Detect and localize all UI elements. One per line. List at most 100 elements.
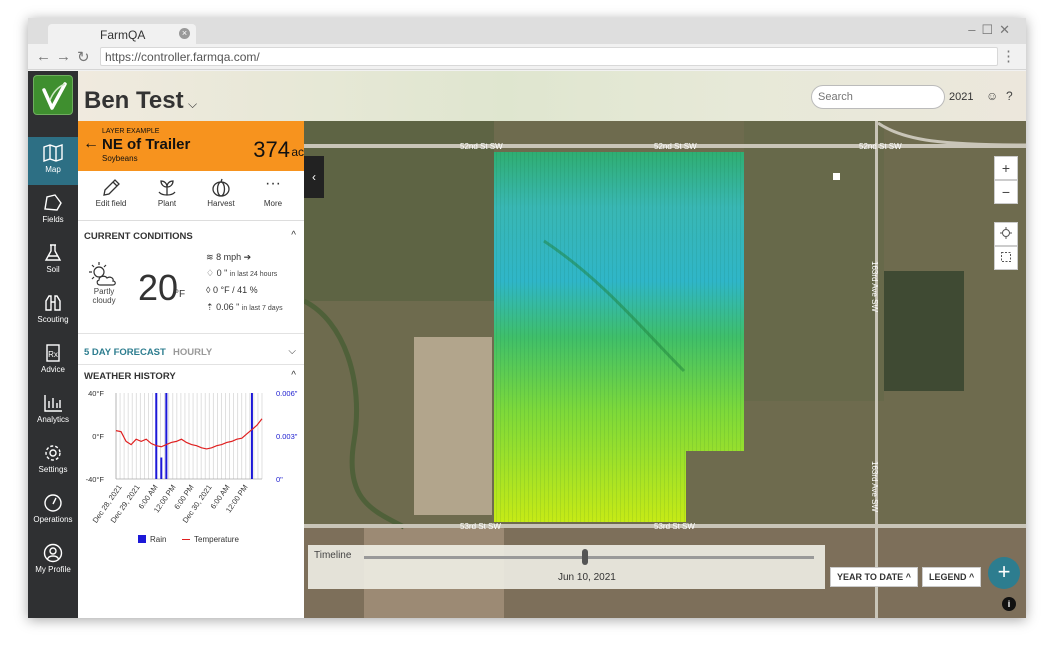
y-tick-label: 40°F <box>88 389 104 398</box>
help-icon[interactable]: ? <box>1006 89 1013 103</box>
pencil-icon <box>103 179 120 196</box>
chevron-up-icon: ^ <box>905 572 911 582</box>
field-acres: 374 <box>253 137 290 162</box>
year-to-date-button[interactable]: YEAR TO DATE ^ <box>830 567 918 587</box>
reload-icon[interactable]: ↻ <box>77 48 90 66</box>
tab-hourly[interactable]: HOURLY <box>173 347 212 358</box>
sidebar-item-advice[interactable]: Rx Advice <box>28 337 78 385</box>
timeline-track[interactable] <box>364 556 814 559</box>
chevron-down-icon[interactable]: ⌵ <box>188 97 197 112</box>
map-icon <box>43 144 63 162</box>
maximize-icon[interactable]: ☐ <box>981 22 999 37</box>
road-label: 163rd Ave SW <box>870 461 879 512</box>
wind-speed: 8 mph <box>216 252 242 262</box>
browser-menu-icon[interactable]: ⋮ <box>1001 47 1016 65</box>
sprout-icon <box>158 180 176 196</box>
collapse-panel-button[interactable]: ‹ <box>304 156 324 198</box>
edit-field-button[interactable]: Edit field <box>86 177 136 208</box>
sidebar-label: Advice <box>40 365 65 374</box>
divider <box>78 333 304 334</box>
fields-icon <box>44 194 62 211</box>
main-area: Ben Test ⌵ 2021 ☺ ? <box>78 71 1026 618</box>
sidebar-item-scouting[interactable]: Scouting <box>28 287 78 335</box>
sidebar-item-map[interactable]: Map <box>28 137 78 185</box>
tab-close-icon[interactable]: × <box>179 28 190 39</box>
rain-bar <box>165 393 168 479</box>
account-title[interactable]: Ben Test <box>84 87 184 115</box>
zoom-in-button[interactable]: + <box>994 156 1018 180</box>
locate-button[interactable] <box>994 222 1018 246</box>
legend-label: Temperature <box>194 535 239 544</box>
satellite-map[interactable]: 52nd St SW 52nd St SW 52nd St SW 53rd St… <box>304 121 1026 618</box>
weather-history-chart: 40°F0°F-40°F0.006"0.003"0"Dec 28, 2021De… <box>86 389 298 525</box>
sidebar-item-settings[interactable]: Settings <box>28 437 78 485</box>
minimize-icon[interactable]: – <box>968 22 981 37</box>
timeline: Timeline Jun 10, 2021 <box>308 545 825 589</box>
legend-temperature: Temperature <box>182 535 239 544</box>
harvest-button[interactable]: Harvest <box>196 177 246 208</box>
sidebar-label: My Profile <box>35 565 71 574</box>
flask-icon <box>44 244 62 261</box>
evapotranspiration-icon: ⇡ <box>206 302 214 312</box>
sidebar-item-analytics[interactable]: Analytics <box>28 387 78 435</box>
add-button[interactable]: + <box>988 557 1020 589</box>
dewpoint-humidity: 0 °F / 41 % <box>212 285 258 295</box>
select-area-button[interactable] <box>994 246 1018 270</box>
field-crop: Soybeans <box>102 154 138 163</box>
rain-icon: ♢ <box>206 268 215 278</box>
dewpoint-icon: ◊ <box>206 285 211 295</box>
sidebar-item-my-profile[interactable]: My Profile <box>28 537 78 585</box>
action-label: Harvest <box>207 199 235 208</box>
et-amount: 0.06 " <box>216 302 240 312</box>
action-label: Edit field <box>95 199 127 208</box>
legend-rain: Rain <box>138 535 166 544</box>
tab-5-day-forecast[interactable]: 5 DAY FORECAST <box>84 347 166 358</box>
bar-chart-icon <box>44 395 62 412</box>
url-field[interactable]: https://controller.farmqa.com/ <box>100 47 998 66</box>
legend-button[interactable]: LEGEND ^ <box>922 567 982 587</box>
legend-label: Rain <box>150 535 167 544</box>
map-controls: + − <box>994 156 1018 270</box>
search-input[interactable] <box>811 85 945 109</box>
field-name: NE of Trailer <box>102 136 191 153</box>
et-note: in last 7 days <box>241 305 283 312</box>
sidebar-item-operations[interactable]: Operations <box>28 487 78 535</box>
info-icon[interactable]: i <box>1002 597 1016 611</box>
field-panel: LAYER EXAMPLE ← NE of Trailer Soybeans 3… <box>78 121 304 618</box>
forward-arrow-icon[interactable]: → <box>56 48 71 65</box>
rain-bar <box>250 393 253 479</box>
season-year[interactable]: 2021 <box>949 91 973 103</box>
back-arrow-icon[interactable]: ← <box>83 135 99 153</box>
plant-button[interactable]: Plant <box>142 177 192 208</box>
farmqa-logo[interactable] <box>33 75 73 115</box>
partly-cloudy-icon <box>89 262 116 286</box>
bare-field <box>414 337 492 515</box>
crosshair-icon <box>1000 227 1012 239</box>
rain-bar <box>160 457 163 479</box>
sidebar-item-soil[interactable]: Soil <box>28 237 78 285</box>
address-bar: ← → ↻ https://controller.farmqa.com/ ⋮ <box>28 44 1026 70</box>
header-bar: Ben Test ⌵ 2021 ☺ ? <box>78 71 1026 121</box>
sky-condition: Partly cloudy <box>92 287 116 305</box>
close-window-icon[interactable]: ✕ <box>999 22 1016 37</box>
plus-icon: + <box>997 559 1011 584</box>
chevron-down-icon[interactable]: ⌵ <box>288 346 296 357</box>
dark-field <box>884 271 964 391</box>
window-controls[interactable]: –☐✕ <box>968 22 1016 38</box>
timeline-label: Timeline <box>314 550 352 561</box>
timeline-handle[interactable] <box>581 549 588 565</box>
smiley-icon[interactable]: ☺ <box>986 89 998 103</box>
collapse-history-icon[interactable]: ^ <box>291 370 296 381</box>
structure <box>833 173 840 180</box>
y-tick-label: -40°F <box>86 475 105 484</box>
browser-tab[interactable]: FarmQA × <box>48 24 196 44</box>
sidebar-item-fields[interactable]: Fields <box>28 187 78 235</box>
more-button[interactable]: ··· More <box>248 175 298 209</box>
more-icon: ··· <box>265 175 281 192</box>
zoom-out-button[interactable]: − <box>994 180 1018 204</box>
road-label: 53rd St SW <box>460 522 501 531</box>
prescription-icon: Rx <box>46 344 60 362</box>
back-arrow-icon[interactable]: ← <box>36 48 51 65</box>
collapse-conditions-icon[interactable]: ^ <box>291 230 296 241</box>
timeline-date: Jun 10, 2021 <box>558 572 616 583</box>
